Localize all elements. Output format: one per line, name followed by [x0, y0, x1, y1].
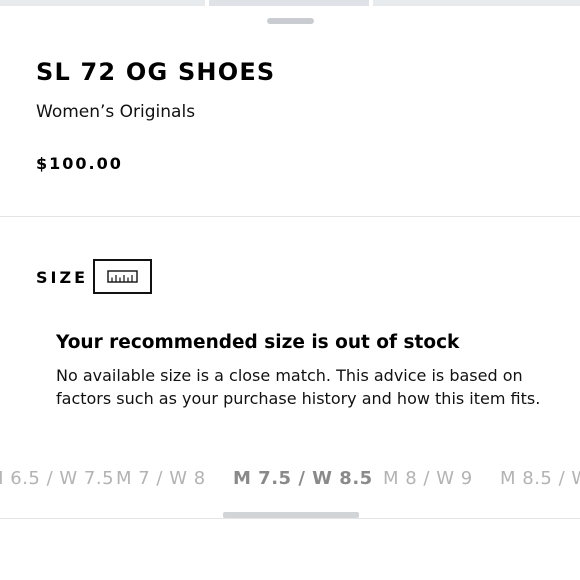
- carousel-thumbnail-active[interactable]: [209, 0, 369, 6]
- size-option-selected[interactable]: M 7.5 / W 8.5: [233, 468, 373, 489]
- product-price: $100.00: [36, 154, 123, 173]
- size-selector[interactable]: M 6.5 / W 7.5 M 7 / W 8 M 7.5 / W 8.5 M …: [0, 468, 580, 494]
- carousel-thumbnail[interactable]: [0, 0, 205, 6]
- size-option[interactable]: M 6.5 / W 7.5: [0, 468, 114, 489]
- carousel-thumbnail[interactable]: [373, 0, 580, 6]
- divider: [0, 216, 580, 217]
- size-option[interactable]: M 8 / W 9: [383, 468, 473, 489]
- product-title: SL 72 OG SHOES: [36, 58, 276, 86]
- size-label: SIZE: [36, 268, 89, 287]
- size-option[interactable]: M 8.5 / W 9.5: [500, 468, 580, 489]
- ruler-icon: [107, 270, 138, 283]
- sheet-drag-handle[interactable]: [267, 18, 314, 24]
- recommendation-text: No available size is a close match. This…: [56, 366, 541, 408]
- product-subtitle: Women’s Originals: [36, 102, 196, 122]
- size-option[interactable]: M 7 / W 8: [116, 468, 206, 489]
- recommendation-title: Your recommended size is out of stock: [56, 332, 460, 353]
- image-carousel-strip: [0, 0, 580, 6]
- size-guide-button[interactable]: [93, 259, 152, 294]
- divider: [0, 518, 580, 519]
